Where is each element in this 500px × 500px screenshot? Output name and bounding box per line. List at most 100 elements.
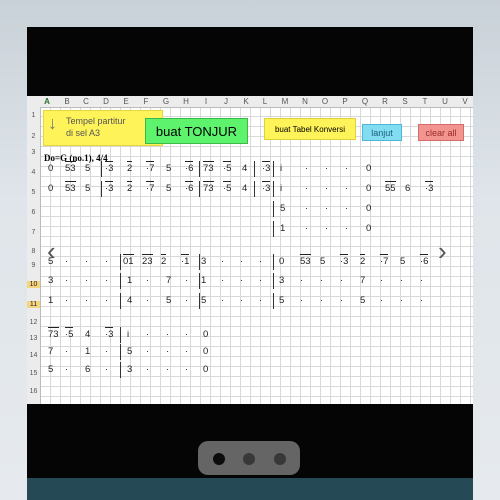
column-header-g[interactable]: G (156, 97, 176, 106)
note-cell: · (166, 346, 170, 357)
note-cell: · (325, 163, 329, 174)
row-header-5[interactable]: 5 (27, 189, 40, 196)
column-header-q[interactable]: Q (355, 97, 375, 106)
row-header-10[interactable]: 10 (27, 281, 40, 288)
column-header-v[interactable]: V (455, 97, 473, 106)
page-dot-1[interactable] (213, 453, 225, 465)
note-cell: i (280, 163, 283, 174)
column-header-r[interactable]: R (375, 97, 395, 106)
clear-all-button[interactable]: clear all (418, 124, 464, 141)
note-cell: 0 (279, 256, 285, 267)
note-cell: · (345, 163, 349, 174)
note-cell: 2 (127, 161, 133, 174)
buat-tonjur-button[interactable]: buat TONJUR (145, 118, 248, 144)
column-header-e[interactable]: E (116, 97, 136, 106)
note-cell: 4 (127, 295, 133, 306)
footer-bar (27, 478, 473, 500)
row-header-14[interactable]: 14 (27, 352, 40, 359)
bar-line (120, 327, 121, 343)
note-cell: · (345, 203, 349, 214)
column-header-s[interactable]: S (395, 97, 415, 106)
row-header-13[interactable]: 13 (27, 335, 40, 342)
column-header-i[interactable]: I (196, 97, 216, 106)
note-cell: 0 (48, 163, 54, 174)
column-header-b[interactable]: B (57, 97, 77, 106)
note-cell: 4 (242, 183, 248, 194)
column-header-k[interactable]: K (236, 97, 256, 106)
column-header-t[interactable]: T (415, 97, 435, 106)
bar-line (199, 293, 200, 309)
next-icon[interactable]: › (438, 236, 447, 267)
note-cell: · (300, 275, 304, 286)
row-header-1[interactable]: 1 (27, 112, 40, 119)
note-cell: · (221, 275, 225, 286)
bar-line (120, 362, 121, 378)
note-cell: · (420, 295, 424, 306)
row-header-2[interactable]: 2 (27, 133, 40, 140)
column-header-f[interactable]: F (136, 97, 156, 106)
note-cell: · (259, 256, 263, 267)
note-cell: 1 (201, 275, 207, 286)
page-dot-3[interactable] (274, 453, 286, 465)
row-header-7[interactable]: 7 (27, 229, 40, 236)
note-cell: · (65, 364, 69, 375)
previous-icon[interactable]: ‹ (47, 236, 56, 267)
note-cell: 2 (127, 181, 133, 194)
column-header-o[interactable]: O (315, 97, 335, 106)
note-cell: 3 (127, 364, 133, 375)
bar-line (199, 273, 200, 289)
note-cell: · (400, 295, 404, 306)
column-header-a[interactable]: A (37, 97, 57, 106)
note-cell: ·3 (105, 161, 114, 174)
bar-line (120, 293, 121, 309)
note-cell: 2 (360, 254, 366, 267)
bar-line (199, 161, 200, 177)
note-cell: ·5 (223, 161, 232, 174)
column-header-d[interactable]: D (96, 97, 116, 106)
note-cell: ·3 (105, 327, 114, 340)
row-header-4[interactable]: 4 (27, 169, 40, 176)
column-header-u[interactable]: U (435, 97, 455, 106)
note-cell: 5 (279, 295, 285, 306)
row-header-16[interactable]: 16 (27, 388, 40, 395)
row-header-8[interactable]: 8 (27, 248, 40, 255)
note-cell: · (345, 183, 349, 194)
bar-line (254, 181, 255, 197)
column-header-p[interactable]: P (335, 97, 355, 106)
row-header-11[interactable]: 11 (27, 301, 40, 308)
column-header-l[interactable]: L (255, 97, 275, 106)
column-header-m[interactable]: M (275, 97, 295, 106)
buat-tabel-konversi-button[interactable]: buat Tabel Konversi (264, 118, 356, 140)
row-header-15[interactable]: 15 (27, 370, 40, 377)
row-header-9[interactable]: 9 (27, 262, 40, 269)
bar-line (254, 161, 255, 177)
column-header-h[interactable]: H (176, 97, 196, 106)
note-cell: · (85, 256, 89, 267)
column-header-c[interactable]: C (76, 97, 96, 106)
note-cell: 0 (203, 329, 209, 340)
row-header-3[interactable]: 3 (27, 149, 40, 156)
row-header-6[interactable]: 6 (27, 209, 40, 216)
lanjut-button[interactable]: lanjut (362, 124, 402, 141)
note-cell: ·7 (146, 181, 155, 194)
note-cell: 0 (366, 183, 372, 194)
bar-line (120, 344, 121, 360)
note-cell: 1 (127, 275, 133, 286)
note-cell: · (105, 295, 109, 306)
column-header-n[interactable]: N (295, 97, 315, 106)
note-cell: 5 (280, 203, 286, 214)
note-cell: · (65, 295, 69, 306)
page-dot-2[interactable] (243, 453, 255, 465)
row-header-12[interactable]: 12 (27, 319, 40, 326)
note-cell: 53 (300, 254, 311, 267)
note-cell: · (185, 275, 189, 286)
note-cell: 5 (360, 295, 366, 306)
note-cell: ·6 (185, 181, 194, 194)
column-header-j[interactable]: J (216, 97, 236, 106)
key-signature: Do=G (no.1), 4/4 (44, 153, 108, 163)
row-header-column: 1 2 3 4 5 6 7 8 9 10 11 12 13 14 15 16 (27, 107, 41, 404)
note-cell: · (85, 275, 89, 286)
note-cell: 5 (166, 295, 172, 306)
bar-line (101, 161, 102, 177)
bar-line (199, 254, 200, 270)
